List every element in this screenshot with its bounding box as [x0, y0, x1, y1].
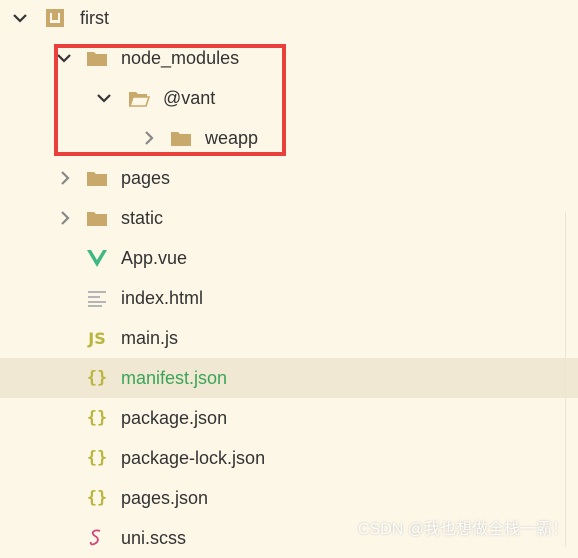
tree-item-app-vue[interactable]: App.vue: [0, 238, 578, 278]
tree-item-label: main.js: [121, 328, 179, 348]
tree-item-package-json[interactable]: {} package.json: [0, 398, 578, 438]
folder-icon: [86, 168, 108, 188]
tree-item-label: manifest.json: [121, 368, 228, 388]
json-icon: {}: [86, 368, 108, 388]
tree-item-pages-folder[interactable]: pages: [0, 158, 578, 198]
tree-item-label: App.vue: [121, 248, 188, 268]
chevron-right-icon[interactable]: [57, 170, 73, 186]
highlight-annotation-box: [54, 44, 286, 156]
chevron-right-icon[interactable]: [57, 210, 73, 226]
tree-item-label: pages: [121, 168, 171, 188]
js-icon: JS: [88, 328, 106, 348]
tree-item-pages-json[interactable]: {} pages.json: [0, 478, 578, 518]
tree-item-label: static: [121, 208, 164, 228]
tree-item-main-js[interactable]: JS main.js: [0, 318, 578, 358]
json-icon: {}: [86, 448, 108, 468]
tree-item-label: uni.scss: [121, 528, 187, 548]
vue-icon: [86, 248, 108, 268]
tree-item-static-folder[interactable]: static: [0, 198, 578, 238]
tree-item-package-lock-json[interactable]: {} package-lock.json: [0, 438, 578, 478]
chevron-down-icon[interactable]: [12, 10, 28, 26]
tree-item-manifest-json[interactable]: {} manifest.json: [0, 358, 578, 398]
watermark: CSDN @我也想做全栈一霸！: [357, 521, 568, 538]
tree-item-label: pages.json: [121, 488, 209, 508]
project-folder-icon: [44, 8, 66, 28]
folder-icon: [86, 208, 108, 228]
scss-icon: [86, 528, 108, 548]
json-icon: {}: [86, 408, 108, 428]
tree-item-label: first: [80, 8, 109, 28]
tree-item-label: index.html: [121, 288, 204, 308]
scrollbar-track[interactable]: [565, 212, 566, 547]
json-icon: {}: [86, 488, 108, 508]
tree-item-index-html[interactable]: index.html: [0, 278, 578, 318]
tree-item-first[interactable]: first: [0, 0, 578, 38]
html-file-icon: [86, 288, 108, 308]
tree-item-label: package.json: [121, 408, 228, 428]
tree-item-label: package-lock.json: [121, 448, 266, 468]
